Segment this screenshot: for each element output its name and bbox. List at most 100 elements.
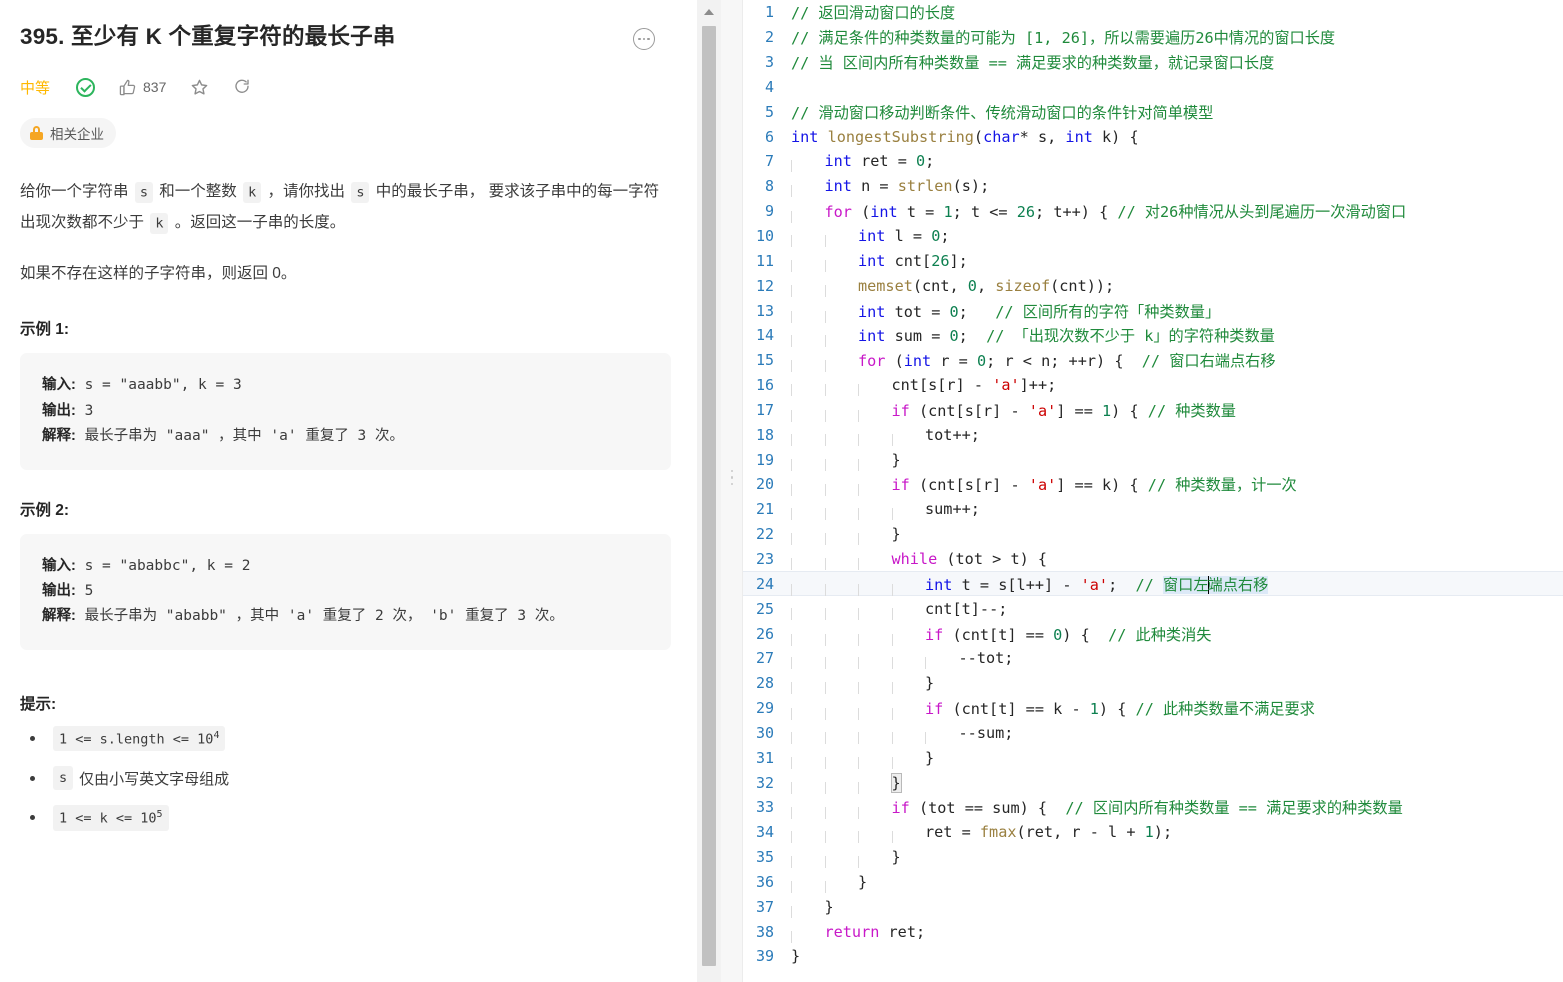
code-line[interactable]: 12 memset(cnt, 0, sizeof(cnt)); <box>743 273 1563 298</box>
code-text[interactable]: if (cnt[t] == 0) { // 此种类消失 <box>791 623 1212 646</box>
favorite-button[interactable] <box>190 78 209 97</box>
code-text[interactable]: // 当 区间内所有种类数量 == 满足要求的种类数量，就记录窗口长度 <box>791 51 1274 73</box>
code-text[interactable]: tot++; <box>791 426 980 446</box>
code-line[interactable]: 10 int l = 0; <box>743 224 1563 249</box>
problem-pane-scrollbar[interactable] <box>697 0 721 982</box>
code-line[interactable]: 8 int n = strlen(s); <box>743 174 1563 199</box>
code-punct <box>1126 700 1135 718</box>
code-line[interactable]: 14 int sum = 0; // 「出现次数不少于 k」的字符种类数量 <box>743 323 1563 348</box>
code-text[interactable]: if (cnt[s[r] - 'a'] == 1) { // 种类数量 <box>791 399 1236 422</box>
code-line[interactable]: 22} <box>743 522 1563 547</box>
code-punct: } <box>824 897 834 916</box>
code-text[interactable]: ret = fmax(ret, r - l + 1); <box>791 823 1172 844</box>
company-badge[interactable]: 相关企业 <box>20 118 116 149</box>
code-text[interactable]: --sum; <box>791 724 1013 744</box>
code-text[interactable]: if (tot == sum) { // 区间内所有种类数量 == 满足要求的种… <box>791 796 1403 820</box>
code-line[interactable]: 38 return ret; <box>743 919 1563 944</box>
code-text[interactable]: } <box>791 749 934 769</box>
code-text[interactable]: // 满足条件的种类数量的可能为 [1, 26]，所以需要遍历26中情况的窗口长… <box>791 26 1335 48</box>
code-text[interactable]: } <box>791 897 834 918</box>
code-text[interactable]: int ret = 0; <box>791 152 934 173</box>
code-line[interactable]: 27 --tot; <box>743 646 1563 671</box>
code-line[interactable]: 31} <box>743 745 1563 770</box>
code-line[interactable]: 5 // 滑动窗口移动判断条件、传统滑动窗口的条件针对简单模型 <box>743 99 1563 124</box>
code-line[interactable]: 4 <box>743 75 1563 100</box>
code-line[interactable]: 15 for (int r = 0; r < n; ++r) { // 窗口右端点… <box>743 348 1563 373</box>
code-text[interactable]: int n = strlen(s); <box>791 177 989 198</box>
code-line[interactable]: 20 if (cnt[s[r] - 'a'] == k) { // 种类数量，计一… <box>743 472 1563 497</box>
scrollbar-thumb[interactable] <box>702 26 716 966</box>
code-comment: // 此种类消失 <box>1108 625 1212 644</box>
code-line[interactable]: 9 for (int t = 1; t <= 26; t++) { // 对26种… <box>743 199 1563 224</box>
code-text[interactable]: int t = s[l++] - 'a'; // 窗口左端点右移 <box>791 573 1269 596</box>
code-text[interactable]: } <box>791 873 867 893</box>
code-line[interactable]: 18 tot++; <box>743 422 1563 447</box>
code-line[interactable]: 24 int t = s[l++] - 'a'; // 窗口左端点右移 <box>743 571 1563 597</box>
code-text[interactable]: if (cnt[t] == k - 1) { // 此种类数量不满足要求 <box>791 697 1315 721</box>
code-line[interactable]: 25 cnt[t]--; <box>743 596 1563 621</box>
code-line[interactable]: 23 while (tot > t) { <box>743 547 1563 572</box>
pane-splitter[interactable] <box>721 0 743 982</box>
code-text[interactable]: int tot = 0; // 区间所有的字符「种类数量」 <box>791 300 1220 323</box>
code-line[interactable]: 3 // 当 区间内所有种类数量 == 满足要求的种类数量，就记录窗口长度 <box>743 50 1563 75</box>
code-text[interactable]: } <box>791 947 800 965</box>
code-text[interactable]: int cnt[26]; <box>791 252 968 272</box>
code-punct: [ <box>989 625 999 644</box>
code-punct <box>889 152 898 170</box>
code-line[interactable]: 16 cnt[s[r] - 'a']++; <box>743 373 1563 398</box>
code-text[interactable]: } <box>791 772 902 794</box>
code-text[interactable]: sum++; <box>791 500 980 521</box>
code-line[interactable]: 28} <box>743 671 1563 696</box>
code-punct: ] <box>1019 376 1029 395</box>
code-line[interactable]: 26 if (cnt[t] == 0) { // 此种类消失 <box>743 621 1563 646</box>
code-line[interactable]: 33 if (tot == sum) { // 区间内所有种类数量 == 满足要求… <box>743 795 1563 820</box>
code-text[interactable]: int sum = 0; // 「出现次数不少于 k」的字符种类数量 <box>791 324 1275 348</box>
code-line[interactable]: 19} <box>743 447 1563 472</box>
code-text[interactable]: } <box>791 525 901 546</box>
splitter-grip-icon[interactable] <box>731 470 734 489</box>
code-text[interactable]: for (int r = 0; r < n; ++r) { // 窗口右端点右移 <box>791 349 1276 373</box>
code-punct <box>1093 476 1102 494</box>
code-line[interactable]: 13 int tot = 0; // 区间所有的字符「种类数量」 <box>743 298 1563 323</box>
code-text[interactable]: // 返回滑动窗口的长度 <box>791 1 955 23</box>
code-text[interactable]: return ret; <box>791 923 925 943</box>
code-line[interactable]: 32} <box>743 770 1563 795</box>
code-line[interactable]: 36} <box>743 870 1563 895</box>
code-punct <box>885 327 894 345</box>
code-line[interactable]: 30 --sum; <box>743 720 1563 745</box>
list-item: s 仅由小写英文字母组成 <box>20 766 671 791</box>
code-line[interactable]: 34 ret = fmax(ret, r - l + 1); <box>743 820 1563 845</box>
like-button[interactable]: 837 <box>119 79 166 96</box>
code-text[interactable]: int l = 0; <box>791 227 950 248</box>
code-text[interactable]: while (tot > t) { <box>791 550 1047 570</box>
code-line[interactable]: 21 sum++; <box>743 497 1563 522</box>
code-text[interactable]: } <box>791 674 934 695</box>
code-text[interactable]: cnt[s[r] - 'a']++; <box>791 376 1056 397</box>
code-line[interactable]: 39} <box>743 944 1563 969</box>
code-text[interactable]: int longestSubstring(char* s, int k) { <box>791 128 1139 146</box>
code-text[interactable]: for (int t = 1; t <= 26; t++) { // 对26种情… <box>791 200 1406 224</box>
code-line[interactable]: 35} <box>743 845 1563 870</box>
code-text[interactable]: } <box>791 451 901 471</box>
code-text[interactable]: if (cnt[s[r] - 'a'] == k) { // 种类数量，计一次 <box>791 473 1297 497</box>
code-text[interactable]: cnt[t]--; <box>791 600 1007 620</box>
code-line[interactable]: 2 // 满足条件的种类数量的可能为 [1, 26]，所以需要遍历26中情况的窗口… <box>743 25 1563 50</box>
code-line[interactable]: 29 if (cnt[t] == k - 1) { // 此种类数量不满足要求 <box>743 696 1563 721</box>
code-line[interactable]: 11 int cnt[26]; <box>743 248 1563 273</box>
code-line[interactable]: 1 // 返回滑动窗口的长度 <box>743 0 1563 25</box>
code-line[interactable]: 17 if (cnt[s[r] - 'a'] == 1) { // 种类数量 <box>743 398 1563 423</box>
code-text[interactable]: // 滑动窗口移动判断条件、传统滑动窗口的条件针对简单模型 <box>791 101 1213 123</box>
code-punct: + <box>1077 352 1087 371</box>
solved-check-icon[interactable] <box>76 77 96 97</box>
scroll-up-arrow-icon[interactable] <box>704 9 714 15</box>
code-line[interactable]: 37} <box>743 894 1563 919</box>
code-text[interactable]: --tot; <box>791 649 1013 670</box>
code-line[interactable]: 6 int longestSubstring(char* s, int k) { <box>743 124 1563 149</box>
code-editor[interactable]: 1 // 返回滑动窗口的长度 2 // 满足条件的种类数量的可能为 [1, 26]，所… <box>743 0 1563 982</box>
code-line[interactable]: 7 int ret = 0; <box>743 149 1563 174</box>
code-punct <box>1117 823 1126 841</box>
code-text[interactable]: memset(cnt, 0, sizeof(cnt)); <box>791 277 1114 297</box>
share-button[interactable] <box>233 78 251 96</box>
more-options-icon[interactable] <box>633 28 655 50</box>
code-text[interactable]: } <box>791 848 901 869</box>
